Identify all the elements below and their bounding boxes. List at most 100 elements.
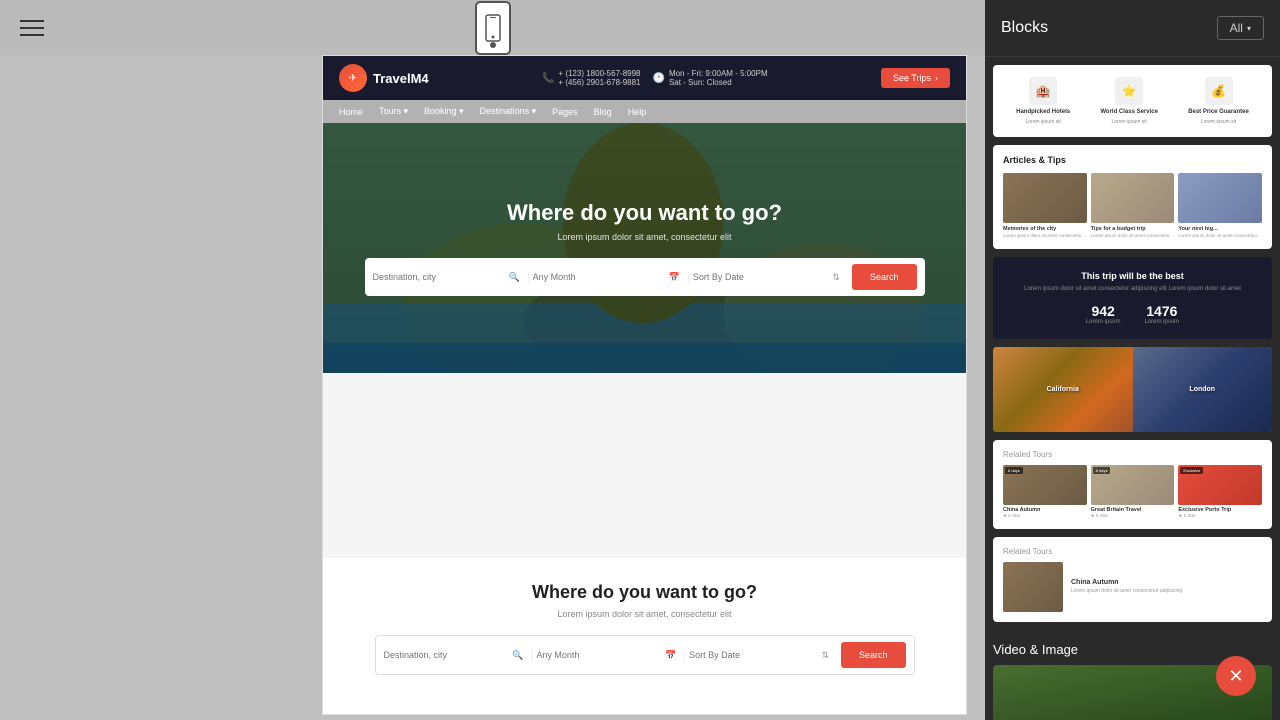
related-2: 8 days Great Britain Travel ★ 5 Star — [1091, 465, 1175, 519]
blocks-title: Blocks — [1001, 19, 1048, 37]
dest2-field[interactable]: 🔍 — [384, 650, 533, 661]
related-1-info: ★ 5 Star — [1003, 513, 1087, 519]
nav-destinations[interactable]: Destinations ▾ — [480, 106, 537, 117]
blocks-header: Blocks All ▾ — [985, 0, 1280, 57]
articles-grid: Memories of the city Lorem ipsum dolor s… — [1003, 173, 1262, 239]
logo-text: TravelM4 — [373, 71, 429, 86]
gallery-right-label: London — [1189, 386, 1215, 393]
top-bar — [0, 0, 985, 55]
article-1: Memories of the city Lorem ipsum dolor s… — [1003, 173, 1087, 239]
article-2-desc: Lorem ipsum dolor sit amet consectetur..… — [1091, 233, 1175, 239]
all-button[interactable]: All ▾ — [1217, 16, 1264, 40]
related-tours-card[interactable]: Related Tours 8 days China Autumn ★ 5 St… — [993, 440, 1272, 529]
hero-search-bar: 🔍 📅 ⇅ Search — [365, 258, 925, 296]
nav-pages[interactable]: Pages — [552, 107, 578, 117]
service-icon: ⭐ — [1115, 77, 1143, 105]
hours1: Mon - Fri: 9:00AM - 5:00PM — [669, 69, 768, 78]
sort-input[interactable] — [693, 272, 829, 282]
articles-block-card[interactable]: Articles & Tips Memories of the city Lor… — [993, 145, 1272, 249]
feature-hotels-desc: Lorem ipsum sit — [1025, 119, 1060, 125]
card-articles: Articles & Tips Memories of the city Lor… — [993, 145, 1272, 249]
nav-help[interactable]: Help — [628, 107, 647, 117]
month2-input[interactable] — [536, 650, 661, 660]
destination-input[interactable] — [373, 272, 505, 282]
see-trips-button[interactable]: See Trips › — [881, 68, 950, 88]
article-3-desc: Lorem ipsum dolor sit amet consectetur..… — [1178, 233, 1262, 239]
single-grid: China Autumn Lorem ipsum dolor sit amet … — [1003, 562, 1262, 612]
single-tour-card[interactable]: Related Tours China Autumn Lorem ipsum d… — [993, 537, 1272, 622]
nav-blog[interactable]: Blog — [594, 107, 612, 117]
related-2-info: ★ 5 Star — [1091, 513, 1175, 519]
month2-field[interactable]: 📅 — [536, 650, 685, 661]
gallery-london: London — [1133, 347, 1273, 432]
related-1: 8 days China Autumn ★ 5 Star — [1003, 465, 1087, 519]
related-3: Exclusive Exclusive Porto Trip ★ 5 Star — [1178, 465, 1262, 519]
dark-stats-card[interactable]: This trip will be the best Lorem ipsum d… — [993, 257, 1272, 339]
month-input[interactable] — [533, 272, 665, 282]
website-preview: ✈ TravelM4 📞 + (123) 1800-567-8998 + (45… — [322, 55, 967, 715]
article-1-name: Memories of the city — [1003, 226, 1087, 232]
hero-section: Where do you want to go? Lorem ipsum dol… — [323, 123, 966, 373]
close-icon: ✕ — [1228, 666, 1243, 687]
close-button[interactable]: ✕ — [1216, 656, 1256, 696]
related-3-info: ★ 5 Star — [1178, 513, 1262, 519]
search2-icon: 🔍 — [512, 650, 523, 661]
chevron-down-icon: ▾ — [1247, 24, 1251, 33]
stats-row: 942 Lorem ipsum 1476 Lorem ipsum — [1005, 303, 1260, 325]
feature-price: 💰 Best Price Guarantee Lorem ipsum sit — [1188, 77, 1249, 125]
feature-service: ⭐ World Class Service Lorem ipsum sit — [1100, 77, 1158, 125]
card-dark: This trip will be the best Lorem ipsum d… — [993, 257, 1272, 339]
sort2-input[interactable] — [689, 650, 817, 660]
dark-card-title: This trip will be the best — [1005, 271, 1260, 281]
single-info: China Autumn Lorem ipsum dolor sit amet … — [1071, 579, 1262, 595]
stat-1-label: Lorem ipsum — [1086, 319, 1121, 325]
see-trips-label: See Trips — [893, 73, 931, 83]
hamburger-icon[interactable] — [20, 20, 44, 36]
article-thumb-1 — [1003, 173, 1087, 223]
sort-icon: ⇅ — [832, 272, 840, 283]
phone1: + (123) 1800-567-8998 — [558, 69, 640, 78]
related-badge-1: 8 days — [1005, 467, 1023, 474]
sort-field[interactable]: ⇅ — [693, 272, 848, 283]
feature-price-label: Best Price Guarantee — [1188, 109, 1249, 115]
search2-button[interactable]: Search — [841, 642, 906, 668]
dest2-input[interactable] — [384, 650, 509, 660]
gallery-left-label: California — [1047, 386, 1079, 393]
stat-1: 942 Lorem ipsum — [1086, 303, 1121, 325]
section2-search-bar: 🔍 📅 ⇅ Search — [375, 635, 915, 675]
related-badge-3: Exclusive — [1180, 467, 1203, 474]
right-panel: Blocks All ▾ 🏨 Handpicked Hotels Lorem i… — [985, 0, 1280, 720]
price-icon: 💰 — [1205, 77, 1233, 105]
section2-subtitle: Lorem ipsum dolor sit amet, consectetur … — [557, 609, 731, 619]
sort2-field[interactable]: ⇅ — [689, 650, 837, 661]
search-button[interactable]: Search — [852, 264, 917, 290]
card-features: 🏨 Handpicked Hotels Lorem ipsum sit ⭐ Wo… — [993, 65, 1272, 137]
features-block-card[interactable]: 🏨 Handpicked Hotels Lorem ipsum sit ⭐ Wo… — [993, 65, 1272, 137]
gallery-california: California — [993, 347, 1133, 432]
section2-title: Where do you want to go? — [532, 582, 757, 603]
card-single: Related Tours China Autumn Lorem ipsum d… — [993, 537, 1272, 622]
hero-title: Where do you want to go? — [507, 200, 782, 226]
dark-card-desc: Lorem ipsum dolor sit amet consectetur a… — [1005, 285, 1260, 293]
left-panel: ✈ TravelM4 📞 + (123) 1800-567-8998 + (45… — [0, 0, 985, 720]
article-2: Tips for a budget trip Lorem ipsum dolor… — [1091, 173, 1175, 239]
stat-1-number: 942 — [1086, 303, 1121, 319]
hero-subtitle: Lorem ipsum dolor sit amet, consectetur … — [557, 232, 731, 242]
video-image-title: Video & Image — [993, 642, 1272, 657]
nav-tours[interactable]: Tours ▾ — [379, 106, 408, 117]
site-header: ✈ TravelM4 📞 + (123) 1800-567-8998 + (45… — [323, 56, 966, 100]
nav-booking[interactable]: Booking ▾ — [424, 106, 464, 117]
nav-home[interactable]: Home — [339, 107, 363, 117]
destination-field[interactable]: 🔍 — [373, 272, 529, 283]
card-gallery: California London — [993, 347, 1272, 432]
articles-title: Articles & Tips — [1003, 155, 1262, 165]
related-thumb-3: Exclusive — [1178, 465, 1262, 505]
feature-hotels-label: Handpicked Hotels — [1016, 109, 1070, 115]
arrow-icon: › — [935, 73, 938, 83]
month-field[interactable]: 📅 — [533, 272, 689, 283]
logo-icon: ✈ — [339, 64, 367, 92]
header-contacts: 📞 + (123) 1800-567-8998 + (456) 2901-678… — [542, 69, 768, 87]
related-thumb-2: 8 days — [1091, 465, 1175, 505]
gallery-block-card[interactable]: California London — [993, 347, 1272, 432]
feature-hotels: 🏨 Handpicked Hotels Lorem ipsum sit — [1016, 77, 1070, 125]
